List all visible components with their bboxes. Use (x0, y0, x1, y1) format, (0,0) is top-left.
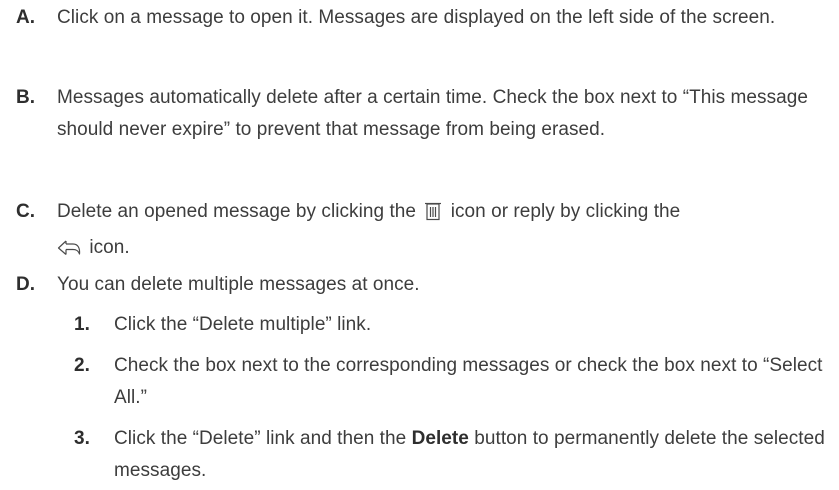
step-text-part: Click the “Delete” link and then the (114, 428, 407, 449)
instruction-letter: C. (16, 201, 35, 222)
step-number: 3. (74, 428, 90, 449)
trash-icon (424, 200, 442, 232)
step-text: Click the “Delete” link and then the Del… (114, 423, 829, 487)
instruction-letter: D. (16, 274, 35, 295)
instruction-letter: A. (16, 7, 35, 28)
instruction-text-part: icon. (89, 237, 130, 258)
step-number: 2. (74, 355, 90, 376)
instruction-text: Delete an opened message by clicking the… (57, 196, 827, 268)
instruction-letter: B. (16, 87, 35, 108)
instruction-text-part: Delete an opened message by clicking the (57, 201, 417, 222)
step-number: 1. (74, 314, 90, 335)
instruction-text: Messages automatically delete after a ce… (57, 87, 808, 140)
reply-icon (57, 236, 81, 268)
instruction-text: You can delete multiple messages at once… (57, 274, 420, 295)
instruction-text-part: icon or reply by clicking the (450, 201, 681, 222)
delete-button-reference: Delete (411, 428, 469, 449)
instruction-text: Click on a message to open it. Messages … (57, 7, 776, 28)
step-text: Check the box next to the corresponding … (114, 355, 823, 408)
step-text: Click the “Delete multiple” link. (114, 314, 372, 335)
